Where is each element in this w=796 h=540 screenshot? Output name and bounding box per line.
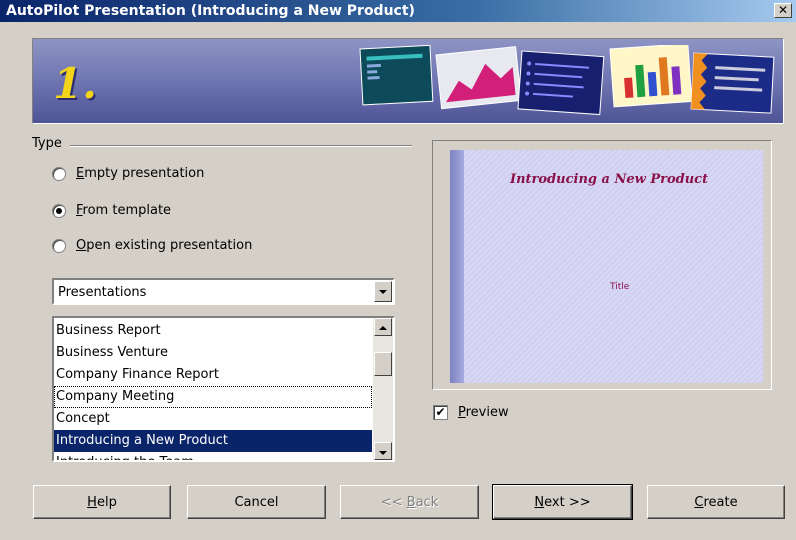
- slide-preview: Introducing a New Product Title: [450, 150, 763, 383]
- help-button[interactable]: Help: [33, 485, 171, 519]
- banner-artwork-icon: [359, 45, 775, 116]
- step-number: 1.: [53, 59, 97, 108]
- list-item[interactable]: Introducing the Team: [54, 452, 372, 460]
- wizard-banner: 1.: [32, 38, 784, 124]
- radio-from-template[interactable]: From template: [52, 203, 171, 218]
- template-list-scrollbar[interactable]: [373, 318, 393, 460]
- preview-checkbox-label: Preview: [458, 405, 509, 420]
- list-item[interactable]: Business Report: [54, 320, 372, 342]
- template-list[interactable]: Business Report Business Venture Company…: [52, 316, 395, 462]
- radio-button-selected-icon: [52, 203, 66, 218]
- radio-label: Empty presentation: [76, 166, 205, 181]
- list-item-selected[interactable]: Introducing a New Product: [54, 430, 372, 452]
- slide-subtitle: Title: [610, 282, 630, 292]
- category-select-value: Presentations: [58, 285, 147, 300]
- preview-checkbox[interactable]: ✔ Preview: [433, 405, 509, 420]
- radio-empty-presentation[interactable]: Empty presentation: [52, 166, 204, 181]
- dropdown-arrow-icon[interactable]: [374, 281, 392, 302]
- close-icon[interactable]: ✕: [774, 3, 792, 18]
- window-title: AutoPilot Presentation (Introducing a Ne…: [6, 3, 415, 19]
- list-item[interactable]: Company Finance Report: [54, 364, 372, 386]
- list-item[interactable]: Business Venture: [54, 342, 372, 364]
- scroll-down-icon[interactable]: [374, 442, 392, 460]
- scroll-up-icon[interactable]: [374, 318, 392, 336]
- list-item[interactable]: Company Meeting: [54, 386, 372, 408]
- title-bar: AutoPilot Presentation (Introducing a Ne…: [0, 0, 796, 22]
- radio-label: Open existing presentation: [76, 238, 253, 253]
- list-item[interactable]: Concept: [54, 408, 372, 430]
- radio-button-icon: [52, 166, 66, 181]
- radio-button-icon: [52, 238, 66, 253]
- slide-sidebar-decoration: [450, 150, 464, 383]
- type-group-divider: [70, 145, 412, 147]
- type-group-label: Type: [32, 136, 62, 151]
- radio-open-existing[interactable]: Open existing presentation: [52, 238, 252, 253]
- checkmark-icon: ✔: [433, 405, 448, 420]
- slide-title: Introducing a New Product: [510, 172, 709, 187]
- cancel-button[interactable]: Cancel: [187, 485, 326, 519]
- next-button[interactable]: Next >>: [492, 484, 633, 520]
- category-select[interactable]: Presentations: [52, 278, 395, 305]
- radio-label: From template: [76, 203, 172, 218]
- back-button[interactable]: << Back: [340, 485, 479, 519]
- create-button[interactable]: Create: [647, 485, 785, 519]
- scroll-thumb[interactable]: [374, 352, 392, 376]
